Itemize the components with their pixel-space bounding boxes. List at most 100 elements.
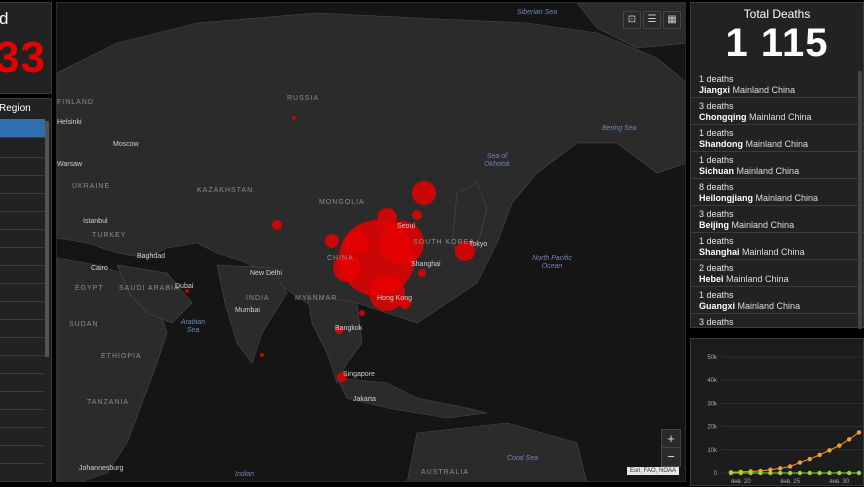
chart-point[interactable] <box>837 443 842 448</box>
chart-point[interactable] <box>856 470 862 476</box>
region-row[interactable] <box>0 157 45 176</box>
label-johannesburg: Johannesburg <box>79 465 124 472</box>
chart-point[interactable] <box>797 470 803 476</box>
chart-point[interactable] <box>817 452 822 458</box>
chart-point[interactable] <box>778 466 783 471</box>
death-country: Mainland China <box>731 220 795 230</box>
chart-point[interactable] <box>738 470 744 476</box>
death-country: Mainland China <box>755 193 819 203</box>
chart-point[interactable] <box>797 460 803 465</box>
label-mumbai: Mumbai <box>235 307 260 314</box>
death-province: Sichuan <box>699 166 735 176</box>
chart-point[interactable] <box>807 470 812 476</box>
death-country: Mainland China <box>737 301 801 311</box>
chart-point[interactable] <box>827 448 832 453</box>
chart-point[interactable] <box>846 470 852 476</box>
bubble-vietnam <box>359 310 365 316</box>
label-china: CHINA <box>327 255 354 262</box>
label-russia: RUSSIA <box>287 95 320 102</box>
death-item[interactable]: 1 deaths Sichuan Mainland China <box>691 152 863 179</box>
bubble-taiwan <box>418 269 426 277</box>
land-indochina <box>306 292 363 384</box>
map-canvas <box>57 3 685 481</box>
chart-point[interactable] <box>768 470 773 476</box>
chart-point[interactable] <box>846 437 852 442</box>
label-dubai: Dubai <box>175 283 194 290</box>
death-item[interactable]: 8 deaths Heilongjiang Mainland China <box>691 179 863 206</box>
death-count: 1 deaths <box>699 236 734 246</box>
label-moscow: Moscow <box>113 141 139 148</box>
death-count: 2 deaths <box>699 263 734 273</box>
label-finland: FINLAND <box>57 99 94 106</box>
chart-point[interactable] <box>778 470 783 476</box>
chart-x-tick: янв. 30 <box>829 479 849 485</box>
death-count: 3 deaths <box>699 209 734 219</box>
basemap-gallery-button[interactable]: ▦ <box>663 11 681 29</box>
death-item[interactable]: 1 deaths Jiangxi Mainland China <box>691 71 863 98</box>
death-country: Mainland China <box>749 112 812 122</box>
chart-point[interactable] <box>748 470 753 476</box>
label-myanmar: MYANMAR <box>295 295 338 302</box>
death-item[interactable]: 1 deaths Shanghai Mainland China <box>691 233 863 260</box>
legend-button[interactable]: ☰ <box>643 11 661 29</box>
label-hong-kong: Hong Kong <box>377 295 413 302</box>
chart-point[interactable] <box>807 456 812 462</box>
chart-point[interactable] <box>728 470 734 476</box>
region-row[interactable] <box>0 337 45 356</box>
chart-point[interactable] <box>787 464 793 469</box>
cases-chart: 50k 40k 30k 20k 10k 0 янв. 20 янв. 25 янв. 30 <box>707 355 863 485</box>
region-row[interactable] <box>0 373 45 392</box>
death-item[interactable]: 3 deaths <box>691 314 863 329</box>
region-row[interactable] <box>0 175 45 194</box>
chart-x-tick: янв. 20 <box>731 479 751 485</box>
bubble-india <box>260 353 264 357</box>
label-sea-of-okhotsk: Sea of Okhotsk <box>484 153 510 168</box>
world-map[interactable]: FINLAND RUSSIA UKRAINE KAZAKHSTAN MONGOL… <box>56 2 686 482</box>
chart-point[interactable] <box>817 470 822 476</box>
chart-point[interactable] <box>856 430 862 435</box>
death-country: Mainland China <box>732 85 796 95</box>
region-row[interactable] <box>0 265 45 284</box>
deaths-list[interactable]: 1 deaths Jiangxi Mainland China 3 deaths… <box>691 71 863 329</box>
region-row[interactable] <box>0 247 45 266</box>
death-count: 1 deaths <box>699 290 734 300</box>
region-row-selected[interactable] <box>0 119 45 138</box>
zoom-in-button[interactable]: + <box>661 429 681 449</box>
region-row[interactable] <box>0 229 45 248</box>
deaths-scrollbar[interactable] <box>858 71 862 329</box>
death-count: 1 deaths <box>699 155 734 165</box>
region-row[interactable] <box>0 355 45 374</box>
region-row[interactable] <box>0 193 45 212</box>
bubble-beijing <box>377 208 397 228</box>
region-row[interactable] <box>0 283 45 302</box>
label-indian-ocean: Indian <box>235 471 255 478</box>
region-scrollbar[interactable] <box>45 121 49 357</box>
zoom-out-button[interactable]: − <box>661 447 681 467</box>
label-arabian-sea: Arabian Sea <box>180 319 206 334</box>
chart-point[interactable] <box>758 470 763 476</box>
region-row[interactable] <box>0 445 45 464</box>
bubble-china-nw <box>325 234 339 248</box>
region-row[interactable] <box>0 139 45 158</box>
label-egypt: EGYPT <box>75 285 104 292</box>
region-row[interactable] <box>0 409 45 428</box>
region-row[interactable] <box>0 301 45 320</box>
label-saudi-arabia: SAUDI ARABIA <box>119 285 180 292</box>
death-item[interactable]: 1 deaths Shandong Mainland China <box>691 125 863 152</box>
region-row[interactable] <box>0 391 45 410</box>
region-row[interactable] <box>0 427 45 446</box>
death-item[interactable]: 2 deaths Hebei Mainland China <box>691 260 863 287</box>
label-siberian-sea: Siberian Sea <box>517 9 558 16</box>
region-row[interactable] <box>0 211 45 230</box>
death-count: 1 deaths <box>699 128 734 138</box>
chart-point[interactable] <box>787 470 793 476</box>
bookmark-button[interactable]: ⊡ <box>623 11 641 29</box>
label-tokyo: Tokyo <box>469 241 488 248</box>
chart-point[interactable] <box>827 470 832 476</box>
death-item[interactable]: 1 deaths Guangxi Mainland China <box>691 287 863 314</box>
region-row[interactable] <box>0 319 45 338</box>
death-item[interactable]: 3 deaths Beijing Mainland China <box>691 206 863 233</box>
death-item[interactable]: 3 deaths Chongqing Mainland China <box>691 98 863 125</box>
label-bering-sea: Bering Sea <box>602 125 637 132</box>
chart-point[interactable] <box>837 470 842 476</box>
